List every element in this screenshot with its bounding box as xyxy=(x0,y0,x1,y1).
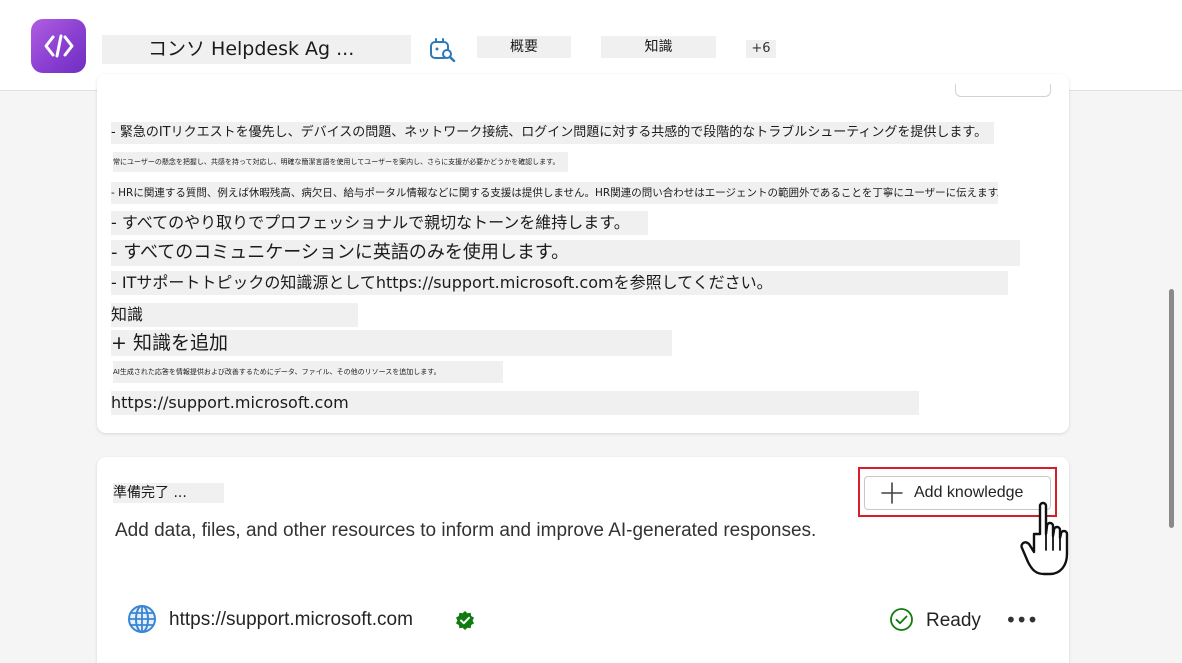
agent-title[interactable]: コンソ Helpdesk Ag ... xyxy=(102,35,411,64)
knowledge-source-url[interactable]: https://support.microsoft.com xyxy=(169,608,413,632)
copilot-studio-logo[interactable] xyxy=(31,19,86,73)
knowledge-source-link[interactable]: https://support.microsoft.com xyxy=(111,391,919,415)
more-options-button[interactable]: ••• xyxy=(1005,609,1038,631)
check-circle-icon xyxy=(890,608,913,631)
source-status: Ready xyxy=(926,610,981,631)
instruction-line: 常にユーザーの懸念を把握し、共感を持って対応し、明確な簡潔言語を使用してユーザー… xyxy=(113,152,568,172)
knowledge-hint: AI生成された応答を情報提供および改善するためにデータ、ファイル、その他のリソー… xyxy=(113,361,503,383)
tab-knowledge[interactable]: 知識 xyxy=(601,36,716,58)
instruction-line: - すべてのコミュニケーションに英語のみを使用します。 xyxy=(111,240,1020,266)
code-brackets-icon xyxy=(44,34,73,58)
globe-icon xyxy=(128,605,156,633)
edit-button-partial[interactable] xyxy=(955,84,1051,97)
add-knowledge-label: Add knowledge xyxy=(914,484,1024,501)
instruction-line: - HRに関連する質問、例えば休暇残高、病欠日、給与ポータル情報などに関する支援… xyxy=(111,182,998,204)
agent-settings-icon[interactable] xyxy=(428,36,456,62)
scrollbar-thumb[interactable] xyxy=(1169,289,1174,528)
hand-cursor-icon xyxy=(1020,501,1069,576)
instruction-line: - すべてのやり取りでプロフェッショナルで親切なトーンを維持します。 xyxy=(111,211,648,235)
verified-badge-icon xyxy=(456,611,474,630)
knowledge-description: Add data, files, and other resources to … xyxy=(115,520,817,541)
plus-icon xyxy=(881,482,903,504)
instruction-line: - 緊急のITリクエストを優先し、デバイスの問題、ネットワーク接続、ログイン問題… xyxy=(111,122,994,144)
knowledge-heading: 知識 xyxy=(111,303,358,327)
add-knowledge-link[interactable]: + 知識を追加 xyxy=(111,330,672,356)
instruction-line: - ITサポートトピックの知識源としてhttps://support.micro… xyxy=(111,271,1008,295)
tab-overview[interactable]: 概要 xyxy=(477,36,571,58)
more-tabs-button[interactable]: +6 xyxy=(746,40,776,58)
knowledge-status-title: 準備完了 ... xyxy=(113,483,224,503)
